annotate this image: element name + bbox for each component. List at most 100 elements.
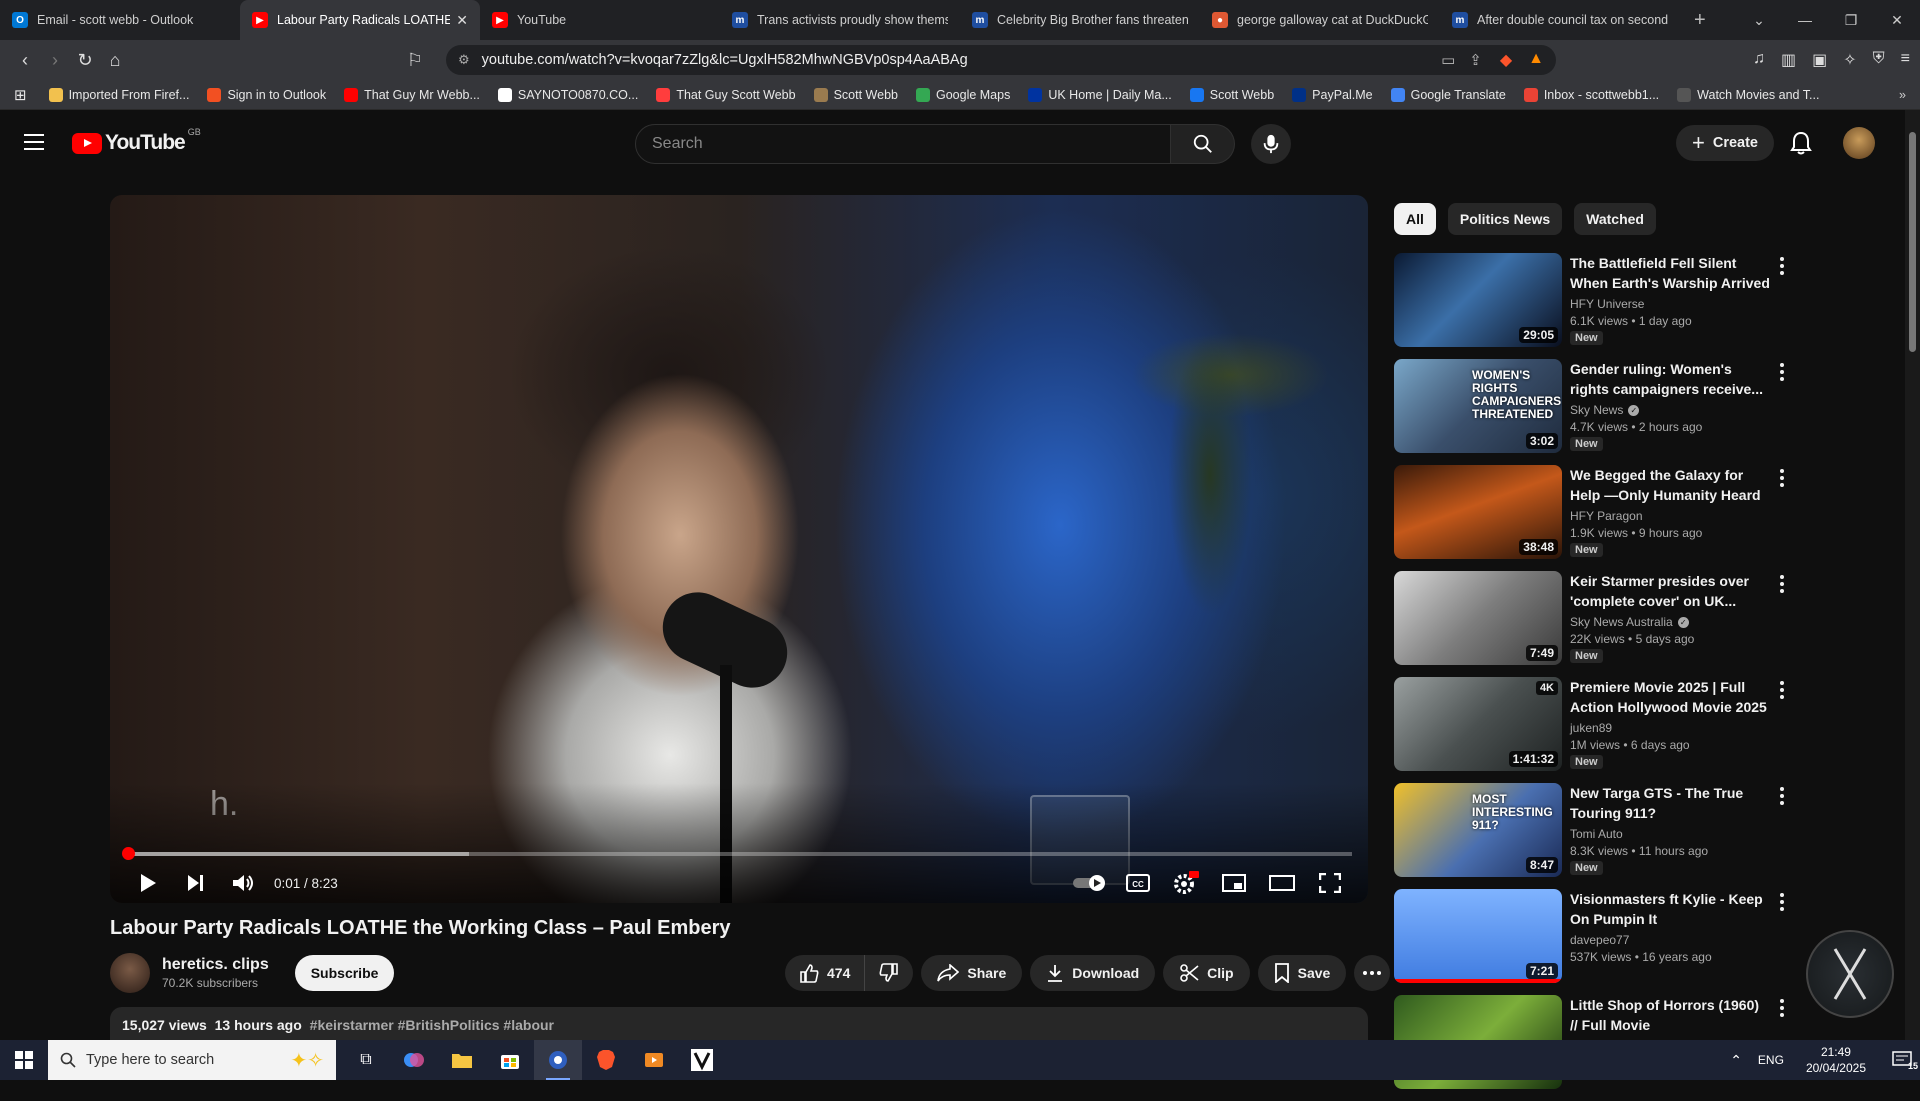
video-thumbnail[interactable]: 29:05 <box>1394 253 1562 347</box>
chip-watched[interactable]: Watched <box>1574 203 1656 235</box>
more-options-icon[interactable] <box>1780 363 1784 384</box>
copilot-button[interactable] <box>390 1040 438 1080</box>
bookmark-item[interactable]: Imported From Firef... <box>48 87 189 102</box>
bookmark-item[interactable]: That Guy Scott Webb <box>656 87 796 102</box>
recommendation-item[interactable]: WOMEN'S RIGHTS CAMPAIGNERS THREATENED 3:0… <box>1394 359 1794 465</box>
recommendation-title[interactable]: We Begged the Galaxy for Help —Only Huma… <box>1570 465 1770 505</box>
browser-tab[interactable]: m After double council tax on second <box>1440 0 1680 40</box>
voice-search-button[interactable] <box>1251 124 1291 164</box>
more-options-icon[interactable] <box>1780 575 1784 596</box>
share-page-icon[interactable]: ⇪ <box>1469 51 1482 69</box>
leo-ai-icon[interactable]: ✧ <box>1843 50 1856 70</box>
browser-tab[interactable]: m Trans activists proudly show thems <box>720 0 960 40</box>
more-options-icon[interactable] <box>1780 787 1784 808</box>
home-button[interactable]: ⌂ <box>100 50 130 71</box>
store-button[interactable] <box>486 1040 534 1080</box>
recommendation-title[interactable]: Premiere Movie 2025 | Full Action Hollyw… <box>1570 677 1770 717</box>
recommendation-item[interactable]: 29:05 The Battlefield Fell Silent When Ea… <box>1394 253 1794 359</box>
bookmark-item[interactable]: Scott Webb <box>1189 87 1274 102</box>
start-button[interactable] <box>0 1040 48 1080</box>
chip-politics-news[interactable]: Politics News <box>1447 203 1563 235</box>
clip-button[interactable]: Clip <box>1163 955 1250 991</box>
video-thumbnail[interactable]: MOST INTERESTING 911? 8:47 <box>1394 783 1562 877</box>
more-actions-button[interactable] <box>1354 955 1391 991</box>
brave-shields-icon[interactable]: ◆ <box>1500 50 1512 70</box>
restore-button[interactable]: ❐ <box>1828 12 1874 29</box>
cast-icon[interactable]: ▭ <box>1441 51 1455 69</box>
save-button[interactable]: Save <box>1257 955 1347 991</box>
play-button[interactable] <box>124 873 172 893</box>
url-bar[interactable]: ⚙ youtube.com/watch?v=kvoqar7zZlg&lc=Ugx… <box>446 45 1556 75</box>
minimize-button[interactable]: — <box>1782 12 1828 29</box>
bookmark-item[interactable]: Inbox - scottwebb1... <box>1523 87 1659 102</box>
sidebar-toggle-icon[interactable]: ▥ <box>1781 50 1796 70</box>
progress-bar[interactable] <box>122 847 1352 860</box>
recommendation-title[interactable]: The Battlefield Fell Silent When Earth's… <box>1570 253 1770 293</box>
search-button[interactable] <box>1171 124 1235 164</box>
bookmark-item[interactable]: That Guy Mr Webb... <box>344 87 480 102</box>
video-player[interactable]: h. 0:01 / 8:23 CC <box>110 195 1368 903</box>
channel-name[interactable]: heretics. clips <box>162 956 269 974</box>
page-scrollbar[interactable] <box>1905 110 1920 1040</box>
bookmark-page-icon[interactable]: ⚐ <box>400 50 430 71</box>
recommendation-channel[interactable]: Sky News Australia <box>1570 615 1673 629</box>
taskbar-search-box[interactable]: Type here to search ✦✧ <box>48 1040 336 1080</box>
browser-tab[interactable]: m Celebrity Big Brother fans threaten <box>960 0 1200 40</box>
recommendation-channel[interactable]: Tomi Auto <box>1570 827 1623 841</box>
more-options-icon[interactable] <box>1780 999 1784 1020</box>
back-button[interactable]: ‹ <box>10 50 40 71</box>
close-tab-icon[interactable]: ✕ <box>456 12 468 29</box>
recommendation-channel[interactable]: HFY Universe <box>1570 297 1644 311</box>
media-player-button[interactable] <box>630 1040 678 1080</box>
more-options-icon[interactable] <box>1780 681 1784 702</box>
browser-tab[interactable]: O Email - scott webb - Outlook <box>0 0 240 40</box>
recommendation-channel[interactable]: HFY Paragon <box>1570 509 1643 523</box>
subtitles-button[interactable]: CC <box>1114 874 1162 892</box>
forward-button[interactable]: › <box>40 50 70 71</box>
browser-tab[interactable]: ▶ Labour Party Radicals LOATHE t ✕ <box>240 0 480 40</box>
more-options-icon[interactable] <box>1780 257 1784 278</box>
bookmark-item[interactable]: Google Translate <box>1390 87 1506 102</box>
vegas-app-button[interactable] <box>678 1040 726 1080</box>
youtube-logo[interactable]: YouTube GB <box>72 127 201 155</box>
hashtags[interactable]: #keirstarmer #BritishPolitics #labour <box>310 1017 554 1033</box>
recommendation-item[interactable]: 7:49 Keir Starmer presides over 'complete… <box>1394 571 1794 677</box>
brave-browser-button[interactable] <box>582 1040 630 1080</box>
media-controls-icon[interactable]: ♫ <box>1753 50 1765 70</box>
recommendation-channel[interactable]: davepeo77 <box>1570 933 1629 947</box>
video-thumbnail[interactable]: 38:48 <box>1394 465 1562 559</box>
fullscreen-button[interactable] <box>1306 873 1354 893</box>
bookmarks-overflow-icon[interactable]: » <box>1899 88 1906 102</box>
video-thumbnail[interactable]: WOMEN'S RIGHTS CAMPAIGNERS THREATENED 3:0… <box>1394 359 1562 453</box>
mute-button[interactable] <box>220 873 268 893</box>
apps-grid-icon[interactable]: ⊞ <box>14 86 27 104</box>
more-options-icon[interactable] <box>1780 893 1784 914</box>
share-button[interactable]: Share <box>921 955 1023 991</box>
next-button[interactable] <box>172 874 220 892</box>
recommendation-channel[interactable]: Sky News <box>1570 403 1623 417</box>
bookmark-item[interactable]: Scott Webb <box>813 87 898 102</box>
new-tab-button[interactable]: + <box>1694 9 1706 32</box>
account-avatar[interactable] <box>1843 127 1875 159</box>
recommendation-item[interactable]: 38:48 We Begged the Galaxy for Help —Only… <box>1394 465 1794 571</box>
bookmark-item[interactable]: SAYNOTO0870.CO... <box>497 87 638 102</box>
bookmark-item[interactable]: PayPal.Me <box>1292 87 1373 102</box>
browser-tab[interactable]: ▶ YouTube <box>480 0 720 40</box>
subscribe-button[interactable]: Subscribe <box>294 955 395 991</box>
recommendation-title[interactable]: Little Shop of Horrors (1960) // Full Mo… <box>1570 995 1770 1035</box>
bookmark-item[interactable]: Watch Movies and T... <box>1677 87 1819 102</box>
download-button[interactable]: Download <box>1030 955 1156 991</box>
recommendation-title[interactable]: Keir Starmer presides over 'complete cov… <box>1570 571 1770 611</box>
guide-menu-icon[interactable] <box>24 134 44 155</box>
bookmark-item[interactable]: UK Home | Daily Ma... <box>1028 87 1172 102</box>
task-view-button[interactable]: ⧉ <box>342 1040 390 1080</box>
recommendation-item[interactable]: MOST INTERESTING 911? 8:47 New Targa GTS -… <box>1394 783 1794 889</box>
settings-button[interactable] <box>1162 871 1210 895</box>
notifications-bell-icon[interactable] <box>1790 131 1812 160</box>
vpn-icon[interactable]: ⛨ <box>1873 50 1885 70</box>
taskbar-clock[interactable]: 21:49 20/04/2025 <box>1806 1044 1866 1076</box>
bookmark-item[interactable]: Google Maps <box>915 87 1010 102</box>
recommendation-title[interactable]: New Targa GTS - The True Touring 911? <box>1570 783 1770 823</box>
theater-mode-button[interactable] <box>1258 875 1306 891</box>
scrollbar-thumb[interactable] <box>1909 132 1916 352</box>
